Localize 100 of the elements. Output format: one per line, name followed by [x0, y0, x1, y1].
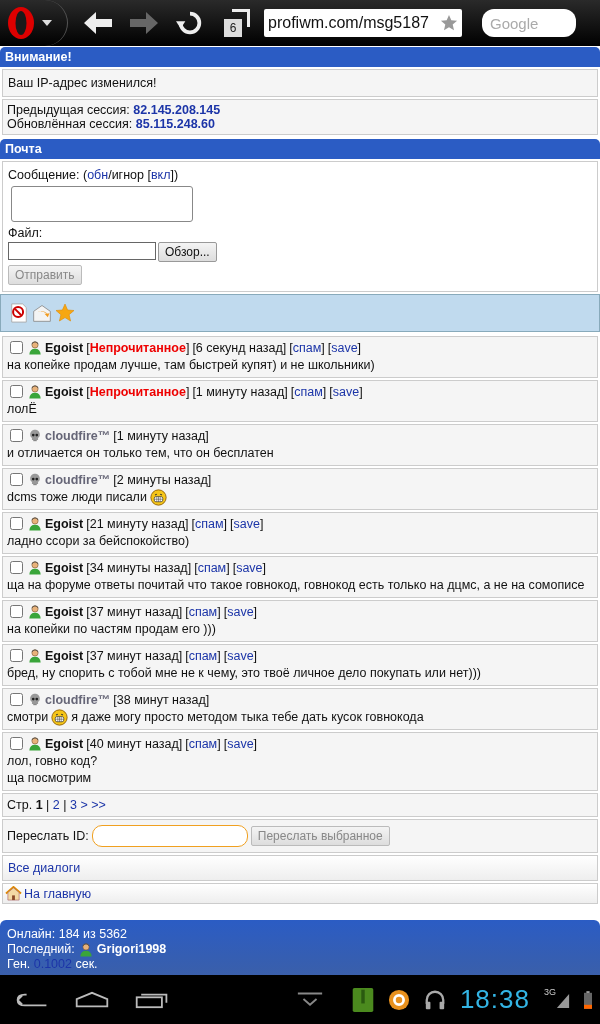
- battery-icon: [584, 989, 592, 1010]
- user-name[interactable]: Egoist: [45, 560, 84, 575]
- star-icon: [440, 14, 458, 32]
- user-icon: [28, 340, 42, 355]
- user-name[interactable]: cloudfire™: [45, 692, 111, 707]
- message-text: лолЁ: [7, 401, 38, 418]
- user-name[interactable]: Egoist: [45, 384, 84, 399]
- message-checkbox[interactable]: [10, 605, 23, 619]
- star-icon[interactable]: [55, 303, 75, 323]
- clock: 18:38: [459, 984, 530, 1015]
- bracketed-link: [save]: [327, 340, 362, 355]
- all-dialogs-link[interactable]: Все диалоги: [8, 861, 81, 876]
- link[interactable]: спам: [195, 516, 224, 531]
- bracketed-link: [спам]: [191, 516, 228, 531]
- message-checkbox[interactable]: [10, 429, 23, 442]
- message-checkbox[interactable]: [10, 561, 23, 575]
- bracketed-link: [спам]: [185, 736, 221, 751]
- message-checkbox[interactable]: [10, 649, 23, 663]
- message-time: [38 минут назад]: [113, 692, 210, 707]
- notice-message: Ваш IP-адрес изменился!: [2, 69, 598, 97]
- link[interactable]: save: [227, 736, 254, 751]
- bracketed-link: [save]: [223, 648, 258, 663]
- message-time: [40 минут назад]: [86, 736, 183, 751]
- message-text: и отличается он только тем, что он бесплатен: [7, 445, 275, 462]
- grin-smiley-icon: [51, 709, 69, 727]
- zip-icon: [351, 987, 374, 1012]
- browse-button[interactable]: Обзор...: [158, 242, 217, 262]
- bracketed-link: [save]: [232, 560, 267, 575]
- link[interactable]: 2: [52, 798, 60, 813]
- message-checkbox[interactable]: [10, 517, 23, 531]
- bracketed-link: [спам]: [289, 340, 325, 355]
- pagination: Стр. 1 | 2 | 3 > >>: [2, 793, 598, 818]
- message-text: ладно ссори за бейспокойство): [7, 533, 191, 551]
- message-checkbox[interactable]: [10, 473, 23, 486]
- unread-label: [Непрочитанное]: [86, 384, 190, 399]
- skull-icon: [28, 428, 42, 443]
- message-text: ща на форуме ответы почитай что такое говнокод, говнокод есть только на дцмс, а не на сомописе: [7, 577, 586, 595]
- message-text: бред, ну спорить с тобой мне не к чему, это твоё личное дело покупать или нет))): [7, 665, 483, 683]
- link[interactable]: вкл: [150, 168, 171, 182]
- user-icon: [28, 560, 42, 576]
- o-logo-icon: [6, 6, 36, 40]
- unread-label: [Непрочитанное]: [86, 340, 190, 355]
- message-checkbox[interactable]: [10, 341, 23, 354]
- message-time: [21 минуту назад]: [86, 516, 189, 531]
- message-text: на копейке продам лучше, там быстрей купят) и не школьники): [7, 357, 376, 374]
- message-field[interactable]: [11, 186, 193, 222]
- user-icon: [28, 736, 42, 752]
- link[interactable]: 3: [69, 798, 77, 813]
- last-user-name[interactable]: Grigori1998: [96, 942, 167, 957]
- bracketed-link: [save]: [329, 384, 363, 399]
- user-icon: [28, 384, 42, 399]
- link[interactable]: спам: [294, 384, 323, 399]
- back-button[interactable]: [82, 9, 114, 37]
- tabs-button[interactable]: 6: [224, 9, 250, 37]
- message-text: ща посмотрим: [7, 770, 93, 788]
- bracketed-link: [save]: [230, 516, 264, 531]
- link[interactable]: >: [76, 798, 92, 813]
- bracketed-link: [спам]: [290, 384, 327, 399]
- message-text: смотри я даже могу просто методом тыка тебе дать кусок говнокода: [7, 709, 425, 727]
- address-field[interactable]: profiwm.com/msg5187: [264, 9, 462, 37]
- online-count: Онлайн: 184 из 5362: [7, 927, 129, 942]
- link[interactable]: обн: [87, 168, 109, 182]
- grin-smiley-icon: [149, 489, 167, 507]
- message-text: dcms тоже люди писали: [7, 489, 593, 507]
- user-icon: [28, 648, 42, 664]
- message-time: [37 минут назад]: [86, 604, 183, 619]
- user-name[interactable]: cloudfire™: [45, 472, 111, 487]
- forward-button[interactable]: [128, 9, 160, 37]
- link[interactable]: save: [227, 648, 254, 663]
- search-field[interactable]: Google: [482, 9, 576, 37]
- message-checkbox[interactable]: [10, 385, 23, 398]
- blocked-document-icon[interactable]: [9, 303, 29, 323]
- section-header: Внимание!: [0, 47, 600, 67]
- user-name[interactable]: Egoist: [45, 340, 84, 355]
- user-icon: [28, 604, 42, 620]
- caret-icon: [42, 20, 52, 26]
- link[interactable]: save: [236, 560, 263, 575]
- id-field[interactable]: [91, 825, 248, 848]
- session-info: Обновлённая сессия: 85.115.248.60: [7, 117, 216, 131]
- bracketed-link: [спам]: [194, 560, 230, 575]
- user-name[interactable]: Egoist: [45, 604, 84, 619]
- home-link[interactable]: На главную: [24, 886, 92, 901]
- message-text: лол, говно код?: [7, 753, 99, 771]
- user-name[interactable]: Egoist: [45, 516, 84, 531]
- user-icon: [78, 942, 93, 957]
- bracketed-link: [save]: [223, 736, 258, 751]
- message-time: [2 минуты назад]: [113, 472, 212, 487]
- file-field[interactable]: [8, 242, 156, 260]
- user-name[interactable]: Egoist: [45, 736, 84, 751]
- home-icon[interactable]: [74, 989, 110, 1010]
- message-text: на копейки по частям продам его ))): [7, 621, 217, 639]
- link[interactable]: save: [227, 604, 254, 619]
- message-checkbox[interactable]: [10, 693, 23, 707]
- link[interactable]: >>: [91, 798, 106, 813]
- user-icon: [28, 516, 42, 532]
- file-label: Файл:: [8, 226, 44, 240]
- message-checkbox[interactable]: [10, 737, 23, 751]
- user-name[interactable]: cloudfire™: [45, 428, 111, 443]
- user-name[interactable]: Egoist: [45, 648, 84, 663]
- link[interactable]: save: [331, 340, 358, 355]
